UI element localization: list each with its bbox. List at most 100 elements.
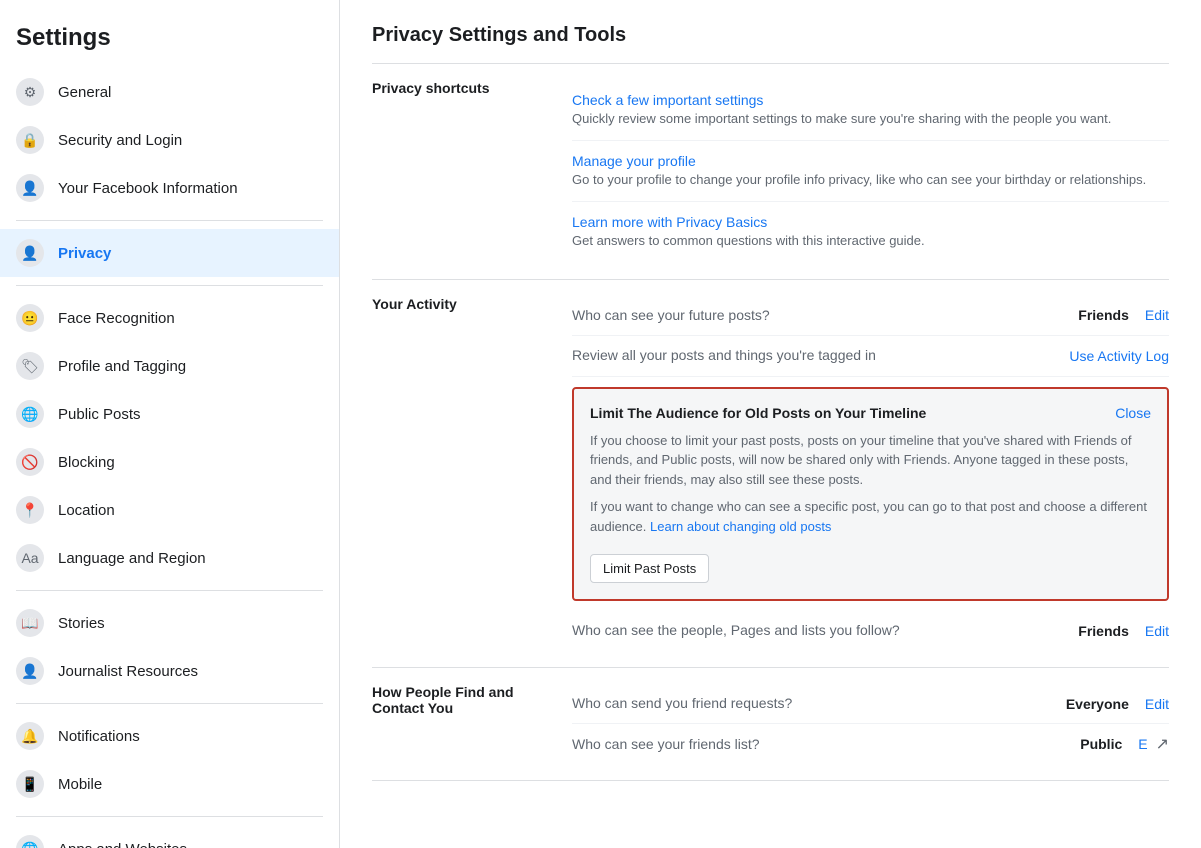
how-find-content: Who can send you friend requests? Everyo… — [572, 684, 1169, 765]
sidebar-divider-9 — [16, 590, 323, 591]
follow-text: Who can see the people, Pages and lists … — [572, 621, 1062, 641]
sidebar-item-language[interactable]: Aa Language and Region — [0, 534, 339, 582]
sidebar-label-face-recognition: Face Recognition — [58, 310, 175, 327]
external-link-icon[interactable]: ↗ — [1156, 734, 1169, 754]
sidebar-label-general: General — [58, 84, 111, 101]
friend-requests-value: Everyone — [1066, 696, 1129, 712]
sidebar-item-security[interactable]: 🔒 Security and Login — [0, 116, 339, 164]
follow-edit[interactable]: Edit — [1145, 623, 1169, 639]
sidebar-item-notifications[interactable]: 🔔 Notifications — [0, 712, 339, 760]
highlight-title: Limit The Audience for Old Posts on Your… — [590, 405, 1099, 421]
limit-past-posts-button[interactable]: Limit Past Posts — [590, 554, 709, 583]
language-icon: Aa — [16, 544, 44, 572]
privacy-shortcuts-section: Privacy shortcuts Check a few important … — [372, 64, 1169, 280]
sidebar-item-privacy[interactable]: 👤 Privacy — [0, 229, 339, 277]
privacy-shortcuts-label: Privacy shortcuts — [372, 80, 572, 263]
security-icon: 🔒 — [16, 126, 44, 154]
highlight-body2: If you want to change who can see a spec… — [590, 497, 1151, 536]
highlight-close[interactable]: Close — [1115, 405, 1151, 421]
limit-audience-box: Limit The Audience for Old Posts on Your… — [572, 387, 1169, 602]
highlight-body: If you choose to limit your past posts, … — [590, 431, 1151, 584]
sidebar-item-mobile[interactable]: 📱 Mobile — [0, 760, 339, 808]
sidebar-item-profile-tagging[interactable]: 🏷Profile and Tagging — [0, 342, 339, 390]
highlight-body1: If you choose to limit your past posts, … — [590, 431, 1151, 490]
sidebar-label-language: Language and Region — [58, 550, 206, 567]
shortcut-title-0[interactable]: Check a few important settings — [572, 92, 1169, 108]
sidebar-item-apps[interactable]: 🌐 Apps and Websites — [0, 825, 339, 848]
sidebar-label-profile-tagging: Profile and Tagging — [58, 358, 186, 375]
shortcut-desc-0: Quickly review some important settings t… — [572, 110, 1169, 128]
location-icon: 📍 — [16, 496, 44, 524]
friend-requests-edit[interactable]: Edit — [1145, 696, 1169, 712]
friends-list-actions: E ↗ — [1138, 734, 1169, 754]
sidebar-label-privacy: Privacy — [58, 245, 111, 262]
sidebar-divider-3 — [16, 285, 323, 286]
sidebar-item-location[interactable]: 📍 Location — [0, 486, 339, 534]
sidebar-divider-2 — [16, 220, 323, 221]
facebook-info-icon: 👤 — [16, 174, 44, 202]
blocking-icon: 🚫 — [16, 448, 44, 476]
friend-requests-row: Who can send you friend requests? Everyo… — [572, 684, 1169, 725]
sidebar-label-security: Security and Login — [58, 132, 182, 149]
general-icon: ⚙ — [16, 78, 44, 106]
follow-value: Friends — [1078, 623, 1129, 639]
how-find-label: How People Find and Contact You — [372, 684, 572, 765]
future-posts-edit[interactable]: Edit — [1145, 307, 1169, 323]
sidebar-divider-11 — [16, 703, 323, 704]
main-content: Privacy Settings and Tools Privacy short… — [340, 0, 1201, 848]
stories-icon: 📖 — [16, 609, 44, 637]
your-activity-content: Who can see your future posts? Friends E… — [572, 296, 1169, 651]
review-posts-row: Review all your posts and things you're … — [572, 336, 1169, 377]
face-recognition-icon: 😐 — [16, 304, 44, 332]
shortcut-desc-1: Go to your profile to change your profil… — [572, 171, 1169, 189]
friends-list-row: Who can see your friends list? Public E … — [572, 724, 1169, 764]
how-find-section: How People Find and Contact You Who can … — [372, 668, 1169, 782]
sidebar-label-journalist: Journalist Resources — [58, 663, 198, 680]
privacy-shortcuts-content: Check a few important settings Quickly re… — [572, 80, 1169, 263]
highlight-header: Limit The Audience for Old Posts on Your… — [590, 405, 1151, 421]
sidebar-divider-13 — [16, 816, 323, 817]
mobile-icon: 📱 — [16, 770, 44, 798]
sidebar-item-facebook-info[interactable]: 👤 Your Facebook Information — [0, 164, 339, 212]
shortcut-item-2: Learn more with Privacy Basics Get answer… — [572, 202, 1169, 262]
review-posts-text: Review all your posts and things you're … — [572, 346, 1069, 366]
page-title: Privacy Settings and Tools — [372, 24, 1169, 47]
your-activity-label: Your Activity — [372, 296, 572, 651]
shortcut-desc-2: Get answers to common questions with thi… — [572, 232, 1169, 250]
sidebar-item-public-posts[interactable]: 🌐 Public Posts — [0, 390, 339, 438]
sidebar-nav: ⚙ General 🔒 Security and Login 👤 Your Faceboo… — [0, 68, 339, 848]
journalist-icon: 👤 — [16, 657, 44, 685]
sidebar-label-public-posts: Public Posts — [58, 406, 141, 423]
shortcut-title-2[interactable]: Learn more with Privacy Basics — [572, 214, 1169, 230]
apps-icon: 🌐 — [16, 835, 44, 848]
friends-list-text: Who can see your friends list? — [572, 736, 1064, 752]
shortcut-title-1[interactable]: Manage your profile — [572, 153, 1169, 169]
sidebar-item-face-recognition[interactable]: 😐 Face Recognition — [0, 294, 339, 342]
privacy-icon: 👤 — [16, 239, 44, 267]
sidebar-label-blocking: Blocking — [58, 454, 115, 471]
shortcut-item-0: Check a few important settings Quickly re… — [572, 80, 1169, 141]
sidebar: Settings ⚙ General 🔒 Security and Login 👤 You… — [0, 0, 340, 848]
sidebar-item-journalist[interactable]: 👤 Journalist Resources — [0, 647, 339, 695]
sidebar-label-location: Location — [58, 502, 115, 519]
sidebar-item-stories[interactable]: 📖 Stories — [0, 599, 339, 647]
friends-list-edit[interactable]: E — [1138, 736, 1147, 752]
public-posts-icon: 🌐 — [16, 400, 44, 428]
notifications-icon: 🔔 — [16, 722, 44, 750]
sidebar-label-stories: Stories — [58, 615, 105, 632]
sidebar-label-notifications: Notifications — [58, 728, 140, 745]
sidebar-title: Settings — [0, 16, 339, 68]
follow-row: Who can see the people, Pages and lists … — [572, 611, 1169, 651]
friends-list-value: Public — [1080, 736, 1122, 752]
future-posts-row: Who can see your future posts? Friends E… — [572, 296, 1169, 337]
future-posts-text: Who can see your future posts? — [572, 306, 1062, 326]
sidebar-label-facebook-info: Your Facebook Information — [58, 180, 238, 197]
sidebar-item-blocking[interactable]: 🚫 Blocking — [0, 438, 339, 486]
sidebar-label-mobile: Mobile — [58, 776, 102, 793]
activity-log-link[interactable]: Use Activity Log — [1069, 348, 1169, 364]
friend-requests-text: Who can send you friend requests? — [572, 694, 1050, 714]
shortcut-item-1: Manage your profile Go to your profile to… — [572, 141, 1169, 202]
learn-link[interactable]: Learn about changing old posts — [650, 519, 831, 534]
sidebar-item-general[interactable]: ⚙ General — [0, 68, 339, 116]
sidebar-label-apps: Apps and Websites — [58, 841, 187, 848]
